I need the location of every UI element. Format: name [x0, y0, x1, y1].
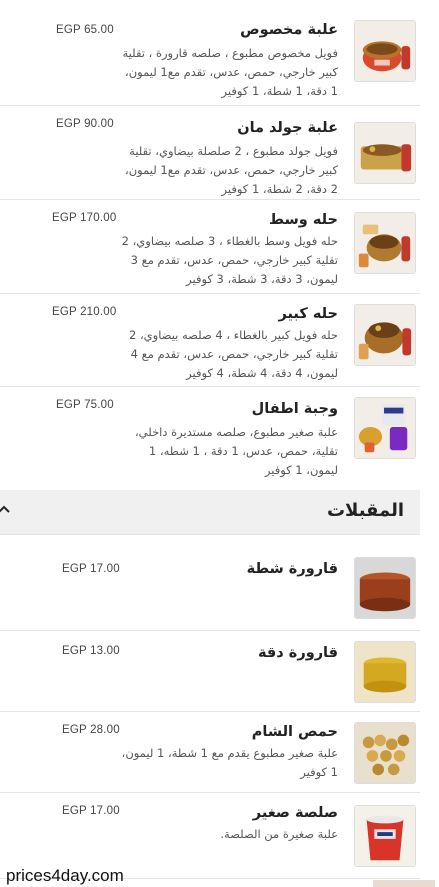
item-image[interactable] — [354, 557, 416, 619]
item-description: علبة صغير مطبوع، صلصه مستديرة داخلي، تقل… — [134, 425, 338, 477]
item-image[interactable] — [354, 722, 416, 784]
item-price: EGP 65.00 — [56, 24, 114, 36]
item-price: EGP 210.00 — [52, 306, 117, 318]
item-price: EGP 28.00 — [62, 724, 120, 736]
item-price: EGP 17.00 — [62, 563, 120, 575]
menu-item[interactable]: حمص الشام علبة صغير مطبوع يقدم مع 1 شطة،… — [0, 712, 420, 793]
item-price: EGP 170.00 — [52, 212, 117, 224]
item-description: فويل جولد مطبوع ، 2 صلصلة بيضاوي، تقلية … — [125, 144, 338, 196]
menu-item[interactable]: حله وسط حله فويل وسط بالغطاء ، 3 صلصه بي… — [0, 200, 420, 294]
item-description: حله فويل كبير بالغطاء ، 4 صلصه بيضاوي، 2… — [128, 328, 338, 380]
item-image[interactable] — [354, 304, 416, 366]
chevron-up-icon[interactable] — [0, 504, 10, 516]
item-price: EGP 13.00 — [62, 645, 120, 657]
section-title: المقبلات — [326, 500, 404, 521]
item-description: حله فويل وسط بالغطاء ، 3 صلصه بيضاوي، 2 … — [121, 234, 338, 286]
menu-item[interactable]: قارورة دقة EGP 13.00 — [0, 631, 420, 712]
item-description: علبة صغير مطبوع يقدم مع 1 شطة، 1 ليمون، … — [121, 746, 338, 779]
menu-item[interactable]: علبة مخصوص فويل مخصوص مطبوع ، صلصه قارور… — [0, 0, 420, 106]
watermark: prices4day.com — [6, 866, 124, 885]
item-price: EGP 75.00 — [56, 399, 114, 411]
item-image[interactable] — [354, 20, 416, 82]
menu-item[interactable]: علبة جولد مان فويل جولد مطبوع ، 2 صلصلة … — [0, 106, 420, 200]
section-header-appetizers[interactable]: المقبلات — [0, 490, 420, 535]
item-image[interactable] — [354, 641, 416, 703]
item-description: علبة صغيرة من الصلصة. — [220, 827, 338, 841]
item-image[interactable] — [354, 397, 416, 459]
item-image[interactable] — [354, 805, 416, 867]
menu-item[interactable]: وجبة اطفال علبة صغير مطبوع، صلصه مستديرة… — [0, 387, 420, 490]
item-price: EGP 90.00 — [56, 118, 114, 130]
next-item-image[interactable] — [373, 880, 435, 887]
item-description: فويل مخصوص مطبوع ، صلصه قارورة ، تقلية ك… — [122, 46, 339, 98]
menu-item[interactable]: حله كبير حله فويل كبير بالغطاء ، 4 صلصه … — [0, 294, 420, 387]
item-image[interactable] — [354, 122, 416, 184]
item-image[interactable] — [354, 212, 416, 274]
menu-item[interactable]: قارورة شطة EGP 17.00 — [0, 545, 420, 631]
item-price: EGP 17.00 — [62, 805, 120, 817]
